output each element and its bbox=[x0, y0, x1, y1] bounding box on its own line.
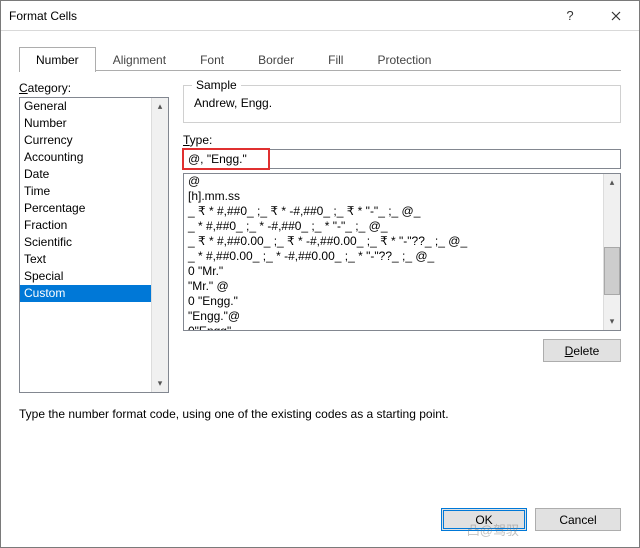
format-item[interactable]: _ * #,##0.00_ ;_ * -#,##0.00_ ;_ * "-"??… bbox=[184, 249, 603, 264]
scroll-up-icon[interactable]: ▴ bbox=[604, 174, 620, 191]
ok-button[interactable]: OK bbox=[441, 508, 527, 531]
scroll-track[interactable] bbox=[604, 191, 620, 313]
sample-label: Sample bbox=[192, 78, 241, 92]
format-item[interactable]: "Engg."@ bbox=[184, 309, 603, 324]
scroll-up-icon[interactable]: ▴ bbox=[152, 98, 168, 115]
category-item-text[interactable]: Text bbox=[20, 251, 151, 268]
scroll-thumb[interactable] bbox=[604, 247, 620, 295]
type-input[interactable] bbox=[183, 149, 621, 169]
category-item-general[interactable]: General bbox=[20, 98, 151, 115]
category-item-currency[interactable]: Currency bbox=[20, 132, 151, 149]
tab-alignment[interactable]: Alignment bbox=[96, 47, 183, 72]
left-column: Category: General Number Currency Accoun… bbox=[19, 81, 169, 393]
format-scrollbar[interactable]: ▴ ▾ bbox=[603, 174, 620, 330]
tab-number[interactable]: Number bbox=[19, 47, 96, 72]
category-item-accounting[interactable]: Accounting bbox=[20, 149, 151, 166]
main-panel: Category: General Number Currency Accoun… bbox=[19, 81, 621, 393]
content-area: Number Alignment Font Border Fill Protec… bbox=[1, 31, 639, 508]
close-button[interactable] bbox=[593, 1, 639, 31]
close-icon bbox=[611, 11, 621, 21]
category-listbox[interactable]: General Number Currency Accounting Date … bbox=[19, 97, 169, 393]
category-item-special[interactable]: Special bbox=[20, 268, 151, 285]
category-item-fraction[interactable]: Fraction bbox=[20, 217, 151, 234]
right-column: Sample Andrew, Engg. Type: @ [h].mm.ss _… bbox=[183, 81, 621, 393]
tab-fill[interactable]: Fill bbox=[311, 47, 360, 72]
category-item-percentage[interactable]: Percentage bbox=[20, 200, 151, 217]
delete-row: Delete bbox=[183, 339, 621, 362]
scroll-down-icon[interactable]: ▾ bbox=[152, 375, 168, 392]
format-cells-dialog: Format Cells ? Number Alignment Font Bor… bbox=[0, 0, 640, 548]
category-label: Category: bbox=[19, 81, 169, 95]
format-listbox[interactable]: @ [h].mm.ss _ ₹ * #,##0_ ;_ ₹ * -#,##0_ … bbox=[183, 173, 621, 331]
help-button[interactable]: ? bbox=[547, 1, 593, 31]
format-item[interactable]: _ ₹ * #,##0_ ;_ ₹ * -#,##0_ ;_ ₹ * "-"_ … bbox=[184, 204, 603, 219]
tab-strip: Number Alignment Font Border Fill Protec… bbox=[19, 45, 621, 71]
dialog-buttons: 凸@驾驭 OK Cancel bbox=[1, 508, 639, 547]
category-item-date[interactable]: Date bbox=[20, 166, 151, 183]
category-item-scientific[interactable]: Scientific bbox=[20, 234, 151, 251]
tab-border[interactable]: Border bbox=[241, 47, 311, 72]
format-item[interactable]: 0 "Engg." bbox=[184, 294, 603, 309]
format-item[interactable]: _ * #,##0_ ;_ * -#,##0_ ;_ * "-"_ ;_ @_ bbox=[184, 219, 603, 234]
sample-value: Andrew, Engg. bbox=[194, 94, 610, 112]
format-list: @ [h].mm.ss _ ₹ * #,##0_ ;_ ₹ * -#,##0_ … bbox=[184, 174, 603, 330]
tab-font[interactable]: Font bbox=[183, 47, 241, 72]
category-item-time[interactable]: Time bbox=[20, 183, 151, 200]
delete-button[interactable]: Delete bbox=[543, 339, 621, 362]
type-input-wrap bbox=[183, 149, 621, 169]
window-title: Format Cells bbox=[9, 9, 547, 23]
format-item[interactable]: "Mr." @ bbox=[184, 279, 603, 294]
titlebar: Format Cells ? bbox=[1, 1, 639, 31]
format-item[interactable]: [h].mm.ss bbox=[184, 189, 603, 204]
hint-text: Type the number format code, using one o… bbox=[19, 407, 621, 421]
category-item-custom[interactable]: Custom bbox=[20, 285, 151, 302]
format-item[interactable]: 0 "Mr." bbox=[184, 264, 603, 279]
category-item-number[interactable]: Number bbox=[20, 115, 151, 132]
type-label: Type: bbox=[183, 133, 621, 147]
format-item[interactable]: @ bbox=[184, 174, 603, 189]
scroll-down-icon[interactable]: ▾ bbox=[604, 313, 620, 330]
sample-group: Sample Andrew, Engg. bbox=[183, 85, 621, 123]
tab-protection[interactable]: Protection bbox=[360, 47, 448, 72]
format-item[interactable]: 0"Engg" bbox=[184, 324, 603, 330]
scroll-track[interactable] bbox=[152, 115, 168, 375]
format-item[interactable]: _ ₹ * #,##0.00_ ;_ ₹ * -#,##0.00_ ;_ ₹ *… bbox=[184, 234, 603, 249]
category-scrollbar[interactable]: ▴ ▾ bbox=[151, 98, 168, 392]
category-list: General Number Currency Accounting Date … bbox=[20, 98, 151, 392]
cancel-button[interactable]: Cancel bbox=[535, 508, 621, 531]
